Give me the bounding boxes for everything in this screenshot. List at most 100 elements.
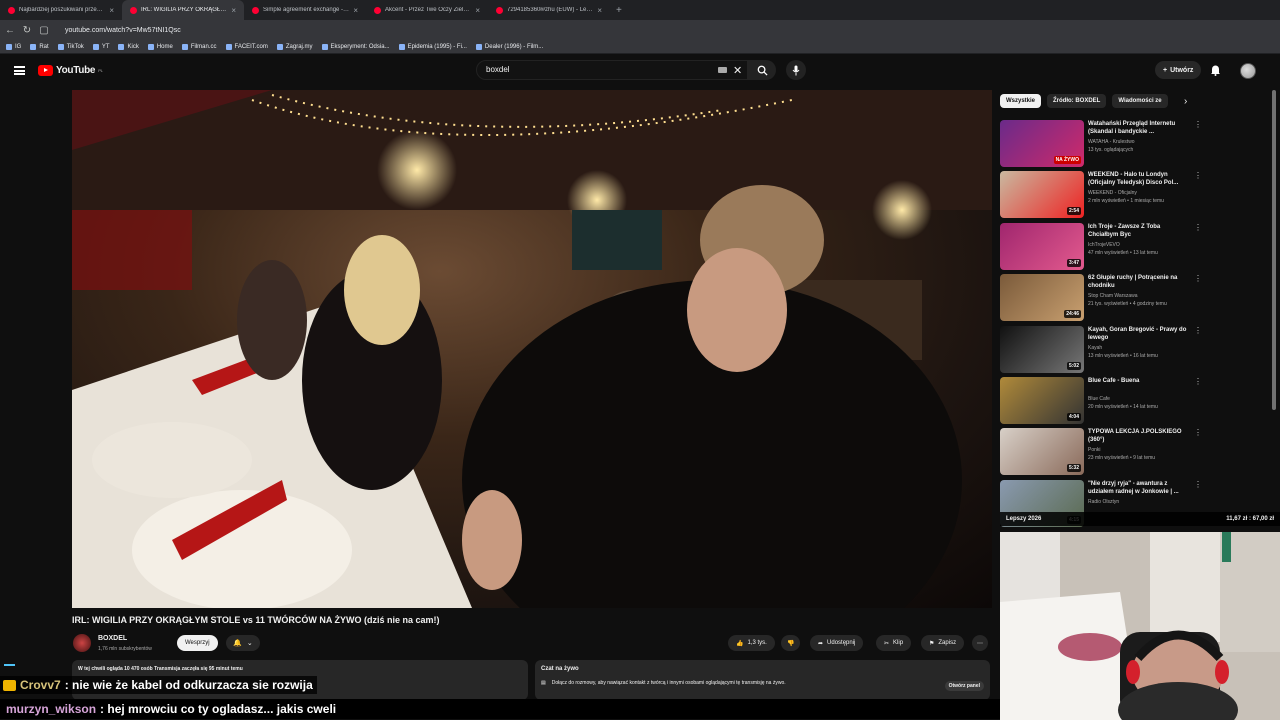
more-icon[interactable]: ⋮ — [1194, 120, 1202, 129]
bookmark-item[interactable]: Kick — [118, 43, 139, 50]
recommendation-channel[interactable]: Ponki — [1088, 447, 1101, 453]
clear-search-icon[interactable]: ✕ — [733, 64, 742, 77]
share-button[interactable]: ➦ Udostępnij — [810, 635, 864, 651]
more-icon[interactable]: ⋮ — [1194, 326, 1202, 335]
bookmark-item[interactable]: YT — [92, 43, 109, 50]
recommendation-title[interactable]: Blue Cafe - Buena — [1088, 377, 1192, 385]
recommendation-channel[interactable]: WEEKEND - Oficjalny — [1088, 190, 1137, 196]
bookmark-icon[interactable]: ▢ — [37, 25, 51, 36]
bookmark-item[interactable]: FACEIT.com — [225, 43, 268, 50]
recommendation-channel[interactable]: WATAHA - Krulestwo — [1088, 139, 1135, 145]
video-thumbnail[interactable]: 24:46 — [1000, 274, 1084, 322]
tab-label: IRL: WIGILIA PRZY OKRĄGŁYM — [141, 7, 228, 13]
reload-icon[interactable]: ↻ — [20, 25, 34, 36]
video-thumbnail[interactable]: 2:54 — [1000, 171, 1084, 219]
recommendation-item[interactable]: NA ŻYWO Watahański Przegląd Internetu (Sk… — [1000, 120, 1205, 168]
youtube-logo[interactable]: YouTube PL — [38, 65, 103, 76]
browser-tab[interactable]: 7294185360ł#zhu (EUW) - LeagueO× — [488, 0, 610, 20]
dislike-button[interactable]: 👎 — [781, 635, 801, 651]
recommendation-item[interactable]: 24:46 62 Głupie ruchy | Potrącenie na cho… — [1000, 274, 1205, 322]
url-field[interactable]: youtube.com/watch?v=Mw57tNI1Qsc — [65, 27, 181, 34]
account-avatar[interactable] — [1240, 63, 1256, 79]
bookmark-favicon-icon — [6, 43, 12, 50]
mic-button[interactable] — [786, 60, 806, 80]
more-icon[interactable]: ⋮ — [1194, 274, 1202, 283]
recommendation-item[interactable]: 3:47 Ich Troje - Zawsze Z Toba Chciałbym … — [1000, 222, 1205, 271]
bookmark-item[interactable]: TikTok — [57, 43, 84, 50]
open-panel-button[interactable]: Otwórz panel — [944, 681, 984, 691]
bookmark-item[interactable]: Eksperyment: Odsia... — [321, 43, 390, 50]
close-icon[interactable]: × — [475, 6, 480, 15]
more-actions-button[interactable]: ⋯ — [972, 635, 988, 651]
search-input[interactable]: boxdel — [476, 60, 748, 80]
bookmark-item[interactable]: IG — [6, 43, 21, 50]
bookmark-item[interactable]: Filman.cc — [181, 43, 217, 50]
view-stats: W tej chwili ogląda 10 470 osób Transmis… — [78, 666, 243, 672]
close-icon[interactable]: × — [597, 6, 602, 15]
recommendation-item[interactable]: 4:04 Blue Cafe - Buena Blue Cafe 20 mln wyś… — [1000, 377, 1205, 425]
browser-tab[interactable]: Simple agreement exchange - Go × — [244, 0, 366, 20]
video-thumbnail[interactable]: 5:02 — [1000, 325, 1084, 373]
bookmark-item[interactable]: Zagraj.my — [276, 43, 313, 50]
bookmark-item[interactable]: Epidemia (1995) - Fi... — [398, 43, 467, 50]
menu-icon[interactable] — [14, 66, 25, 75]
filter-chip[interactable]: Wiadomości ze — [1112, 94, 1168, 108]
keyboard-icon[interactable] — [718, 67, 727, 73]
bookmark-favicon-icon — [30, 43, 37, 50]
video-thumbnail[interactable]: 3:47 — [1000, 222, 1084, 270]
recommendation-title[interactable]: Ich Troje - Zawsze Z Toba Chciałbym Byc — [1088, 223, 1192, 239]
recommendation-channel[interactable]: Blue Cafe — [1088, 396, 1110, 402]
recommendation-title[interactable]: Watahański Przegląd Internetu (Skandal i… — [1088, 120, 1192, 136]
bookmark-label: Zagraj.my — [285, 43, 313, 50]
browser-tab[interactable]: IRL: WIGILIA PRZY OKRĄGŁYM × — [122, 0, 244, 20]
chevron-down-icon: ⌄ — [246, 640, 253, 647]
scrollbar[interactable] — [1272, 90, 1276, 410]
video-player[interactable] — [72, 90, 992, 608]
donation-goal-bar: Lepszy 2026 11,67 zł : 67,00 zł — [1000, 512, 1280, 526]
bookmark-item[interactable]: Dealer (1996) - Film... — [475, 43, 543, 50]
more-icon[interactable]: ⋮ — [1194, 171, 1202, 180]
tab-favicon-icon — [374, 6, 381, 14]
new-tab-icon[interactable]: + — [616, 5, 622, 16]
recommendation-title[interactable]: TYPOWA LEKCJA J.POLSKIEGO (360°) — [1088, 428, 1192, 444]
bookmark-item[interactable]: Home — [147, 43, 173, 50]
more-icon[interactable]: ⋮ — [1194, 223, 1202, 232]
recommendation-item[interactable]: 2:54 WEEKEND - Halo tu Londyn (Oficjalny … — [1000, 171, 1205, 219]
more-icon[interactable]: ⋮ — [1194, 480, 1202, 489]
channel-avatar[interactable] — [73, 634, 91, 652]
recommendation-title[interactable]: 62 Głupie ruchy | Potrącenie na chodniku — [1088, 274, 1192, 290]
search-button[interactable] — [748, 60, 776, 80]
recommendation-item[interactable]: 5:32 TYPOWA LEKCJA J.POLSKIEGO (360°) Ponk… — [1000, 428, 1205, 476]
filter-chip[interactable]: Źródło: BOXDEL — [1047, 94, 1107, 108]
back-icon[interactable]: ← — [3, 25, 17, 36]
recommendation-title[interactable]: WEEKEND - Halo tu Londyn (Oficjalny Tele… — [1088, 171, 1192, 187]
close-icon[interactable]: × — [353, 6, 358, 15]
recommendation-channel[interactable]: Kayah — [1088, 345, 1102, 351]
filter-chip[interactable]: Wszystkie — [1000, 94, 1042, 108]
recommendation-channel[interactable]: IchTrojeVEVO — [1088, 242, 1120, 248]
support-button[interactable]: Wesprzyj — [177, 635, 218, 651]
video-thumbnail[interactable]: NA ŻYWO — [1000, 120, 1084, 167]
notification-settings-button[interactable]: 🔔 ⌄ — [226, 635, 260, 651]
close-icon[interactable]: × — [231, 6, 236, 15]
more-icon[interactable]: ⋮ — [1194, 377, 1202, 386]
create-button[interactable]: + Utwórz — [1155, 61, 1202, 79]
recommendation-title[interactable]: Kayah, Goran Bregović - Prawy do lewego — [1088, 326, 1192, 342]
clip-button[interactable]: ✂ Klip — [876, 635, 912, 651]
browser-tab[interactable]: Akcent - Przez Twe Oczy Zielone (Of× — [366, 0, 488, 20]
bookmark-item[interactable]: Rat — [30, 43, 49, 50]
recommendation-title[interactable]: "Nie drzyj ryja" - awantura z udziałem r… — [1088, 480, 1192, 496]
more-icon[interactable]: ⋮ — [1194, 428, 1202, 437]
notifications-button[interactable] — [1210, 63, 1221, 81]
video-thumbnail[interactable]: 4:04 — [1000, 377, 1084, 424]
video-thumbnail[interactable]: 5:32 — [1000, 428, 1084, 476]
channel-name[interactable]: BOXDEL — [98, 635, 127, 642]
browser-tab[interactable]: Najbardziej poszukiwani przestępcy × — [0, 0, 122, 20]
like-button[interactable]: 👍 1,3 tys. — [728, 635, 775, 651]
recommendation-channel[interactable]: Stop Cham Warszawa — [1088, 293, 1138, 299]
recommendation-channel[interactable]: Radio Olsztyn — [1088, 499, 1119, 505]
chevron-right-icon[interactable]: › — [1184, 96, 1187, 107]
save-button[interactable]: ⚑ Zapisz — [921, 635, 965, 651]
close-icon[interactable]: × — [109, 6, 114, 15]
recommendation-item[interactable]: 5:02 Kayah, Goran Bregović - Prawy do lew… — [1000, 325, 1205, 374]
